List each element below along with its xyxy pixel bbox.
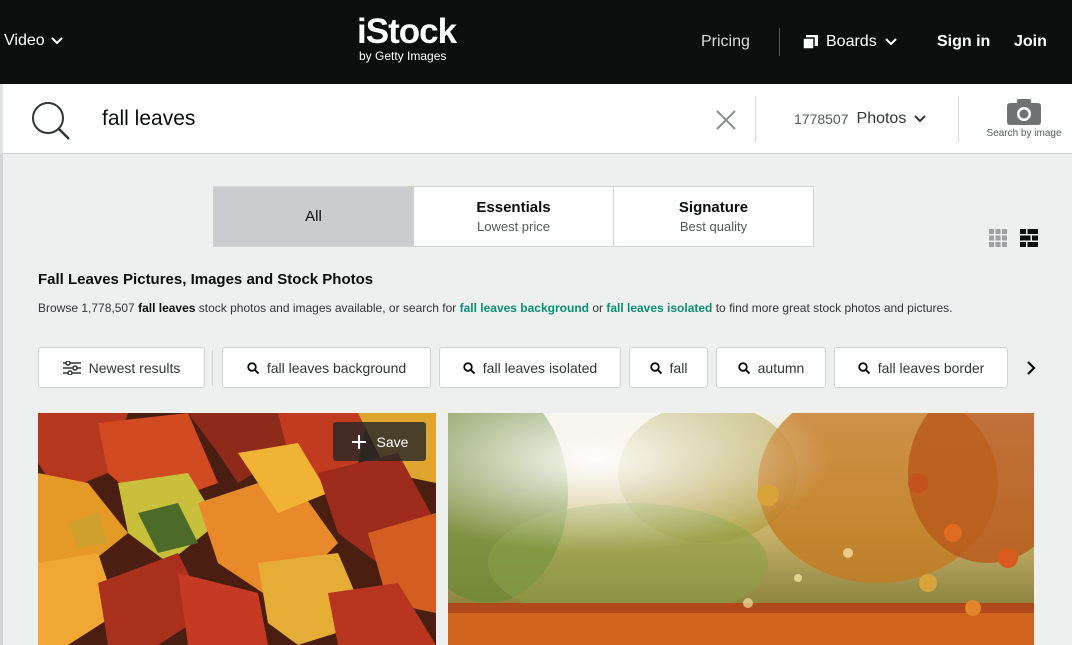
boards-label: Boards — [826, 33, 877, 50]
search-by-image-button[interactable]: Search by image — [981, 98, 1067, 139]
save-label: Save — [376, 433, 409, 450]
top-navigation: Video iStock by Getty Images Pricing Boa… — [0, 0, 1072, 84]
related-search-chip[interactable]: fall leaves border — [834, 347, 1008, 388]
join-link[interactable]: Join — [1014, 33, 1047, 51]
search-icon[interactable] — [31, 101, 71, 141]
browse-text: or — [588, 301, 607, 315]
browse-text: stock photos and images available, or se… — [195, 301, 460, 315]
page-title: Fall Leaves Pictures, Images and Stock P… — [38, 271, 374, 288]
sort-label: Newest results — [88, 359, 181, 376]
search-input[interactable] — [102, 102, 662, 136]
chip-label: autumn — [757, 359, 805, 376]
grid-view-icon[interactable] — [989, 229, 1007, 247]
logo-tagline: by Getty Images — [359, 49, 447, 63]
related-search-chip[interactable]: fall leaves background — [222, 347, 431, 388]
result-image[interactable] — [448, 413, 1034, 645]
sliders-icon — [62, 360, 81, 375]
related-search-chip[interactable]: fall — [629, 347, 708, 388]
browse-description: Browse 1,778,507 fall leaves stock photo… — [38, 301, 953, 315]
search-icon — [247, 361, 259, 374]
close-icon[interactable] — [715, 109, 737, 131]
related-search-chip[interactable]: fall leaves isolated — [439, 347, 621, 388]
sign-in-link[interactable]: Sign in — [937, 33, 990, 51]
tab-signature[interactable]: Signature Best quality — [614, 187, 813, 246]
chevron-down-icon — [884, 38, 897, 46]
video-menu-label: Video — [4, 32, 45, 49]
tab-all[interactable]: All — [214, 187, 414, 246]
tab-subtitle: Lowest price — [477, 219, 550, 234]
chip-label: fall leaves isolated — [482, 359, 598, 376]
search-divider — [958, 96, 959, 142]
search-icon — [737, 361, 750, 374]
search-by-image-label: Search by image — [986, 128, 1062, 139]
search-icon — [463, 361, 475, 374]
search-bar: 1778507 Photos Search by image — [0, 84, 1072, 154]
chevron-down-icon — [914, 115, 927, 123]
tab-title: Signature — [678, 199, 749, 216]
tab-title: Essentials — [476, 199, 551, 216]
browse-text: Browse 1,778,507 — [38, 301, 139, 315]
link-fall-leaves-isolated[interactable]: fall leaves isolated — [606, 301, 712, 315]
istock-logo[interactable]: iStock by Getty Images — [357, 12, 477, 63]
left-edge — [0, 154, 3, 645]
chip-label: fall — [669, 359, 688, 376]
nav-divider — [779, 28, 780, 56]
chevron-right-icon[interactable] — [1024, 360, 1038, 376]
save-button[interactable]: Save — [333, 422, 426, 461]
chip-label: fall leaves background — [266, 359, 407, 376]
related-search-chip[interactable]: autumn — [716, 347, 826, 388]
result-count: 1778507 — [794, 111, 849, 127]
plus-icon — [351, 434, 366, 449]
license-tabs: All Essentials Lowest price Signature Be… — [213, 186, 814, 247]
autumn-park-photo — [448, 413, 1034, 645]
browse-text: to find more great stock photos and pict… — [712, 301, 953, 315]
video-menu[interactable]: Video — [4, 32, 63, 50]
media-type-dropdown[interactable]: 1778507 Photos — [794, 110, 927, 128]
tab-essentials[interactable]: Essentials Lowest price — [414, 187, 614, 246]
media-type-label: Photos — [856, 110, 907, 127]
boards-menu[interactable]: Boards — [803, 33, 897, 51]
boards-icon — [803, 35, 818, 49]
browse-term: fall leaves — [138, 301, 196, 315]
chip-divider — [212, 350, 213, 386]
sort-button[interactable]: Newest results — [38, 347, 205, 388]
tab-title: All — [305, 208, 322, 225]
link-fall-leaves-background[interactable]: fall leaves background — [460, 301, 589, 315]
mosaic-view-icon[interactable] — [1020, 229, 1038, 247]
camera-icon — [1007, 99, 1041, 125]
chevron-down-icon — [50, 37, 63, 45]
search-icon — [857, 361, 870, 374]
chip-label: fall leaves border — [877, 359, 985, 376]
logo-wordmark: iStock — [357, 12, 457, 51]
tab-subtitle: Best quality — [679, 219, 748, 234]
search-icon — [649, 361, 662, 374]
search-divider — [755, 96, 756, 142]
pricing-link[interactable]: Pricing — [701, 33, 750, 51]
